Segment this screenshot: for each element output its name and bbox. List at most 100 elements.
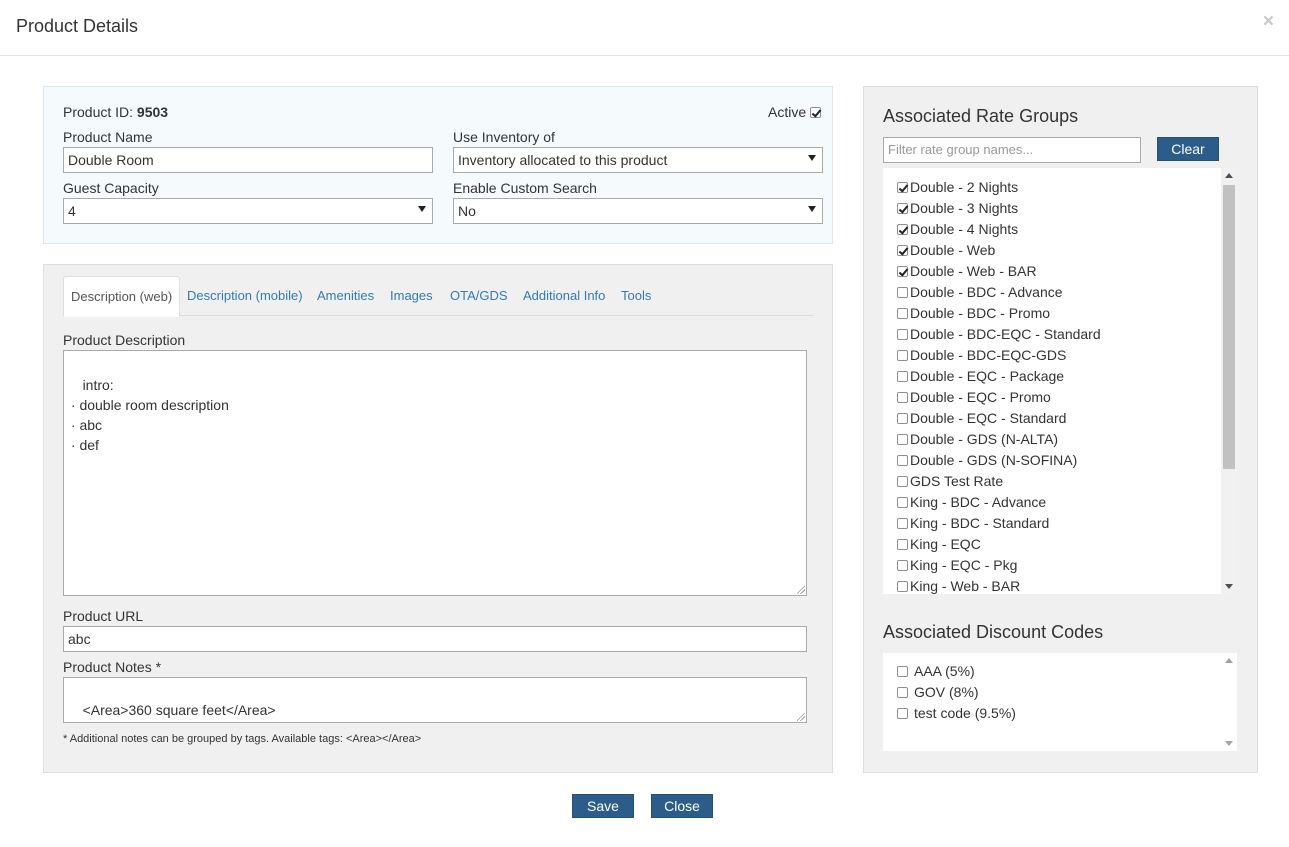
checkbox[interactable] bbox=[897, 455, 908, 466]
save-button[interactable]: Save bbox=[572, 794, 634, 818]
product-name-input[interactable]: Double Room bbox=[63, 147, 433, 173]
rate-group-filter-input[interactable]: Filter rate group names... bbox=[883, 137, 1141, 163]
checkbox[interactable] bbox=[897, 287, 908, 298]
rate-group-item[interactable]: Double - 4 Nights bbox=[897, 221, 1018, 242]
rate-group-item[interactable]: Double - GDS (N-ALTA) bbox=[897, 431, 1058, 452]
product-notes-text: <Area>360 square feet</Area> bbox=[82, 702, 276, 718]
checkbox[interactable] bbox=[897, 308, 908, 319]
checkbox[interactable] bbox=[897, 392, 908, 403]
active-toggle[interactable]: Active bbox=[768, 104, 822, 120]
scroll-up-icon[interactable] bbox=[1225, 173, 1233, 178]
rate-group-label: Double - BDC - Advance bbox=[910, 284, 1063, 300]
rate-groups-scrollbar[interactable] bbox=[1221, 168, 1237, 594]
checkbox[interactable] bbox=[897, 371, 908, 382]
checkbox[interactable] bbox=[897, 245, 908, 256]
product-id: Product ID: 9503 bbox=[63, 104, 168, 120]
checkbox[interactable] bbox=[897, 329, 908, 340]
product-notes-textarea[interactable]: <Area>360 square feet</Area> bbox=[63, 677, 807, 723]
scroll-up-icon[interactable] bbox=[1225, 658, 1233, 663]
custom-search-label: Enable Custom Search bbox=[453, 180, 597, 196]
resize-handle-icon[interactable] bbox=[797, 586, 805, 594]
rate-group-label: Double - BDC-EQC-GDS bbox=[910, 347, 1067, 363]
rate-group-item[interactable]: Double - Web - BAR bbox=[897, 263, 1037, 284]
checkbox[interactable] bbox=[897, 666, 908, 677]
rate-group-item[interactable]: King - EQC - Pkg bbox=[897, 557, 1017, 578]
checkbox[interactable] bbox=[897, 350, 908, 361]
tab-images[interactable]: Images bbox=[390, 276, 433, 316]
checkbox[interactable] bbox=[897, 497, 908, 508]
close-button[interactable]: Close bbox=[651, 794, 713, 818]
discount-code-label: AAA (5%) bbox=[914, 663, 975, 679]
chevron-down-icon bbox=[808, 155, 816, 161]
rate-group-item[interactable]: King - Web - BAR bbox=[897, 578, 1020, 594]
tab-description-web[interactable]: Description (web) bbox=[63, 276, 181, 317]
checkbox[interactable] bbox=[897, 224, 908, 235]
guest-capacity-select[interactable]: 4 bbox=[63, 198, 433, 224]
checkbox[interactable] bbox=[897, 182, 908, 193]
product-basics-panel: Product ID: 9503 Active Product Name Dou… bbox=[43, 86, 833, 244]
checkbox[interactable] bbox=[897, 413, 908, 424]
product-description-textarea[interactable]: intro: · double room description · abc ·… bbox=[63, 350, 807, 596]
rate-group-item[interactable]: Double - BDC - Advance bbox=[897, 284, 1063, 305]
checkbox[interactable] bbox=[897, 539, 908, 550]
notes-help-text: * Additional notes can be grouped by tag… bbox=[63, 733, 422, 745]
rate-group-item[interactable]: King - BDC - Standard bbox=[897, 515, 1049, 536]
rate-group-label: King - EQC - Pkg bbox=[910, 557, 1018, 573]
inventory-select[interactable]: Inventory allocated to this product bbox=[453, 147, 823, 173]
rate-group-item[interactable]: Double - EQC - Package bbox=[897, 368, 1064, 389]
rate-group-item[interactable]: Double - 2 Nights bbox=[897, 179, 1018, 200]
product-content-panel: Description (web) Description (mobile) A… bbox=[43, 264, 833, 773]
scroll-down-icon[interactable] bbox=[1225, 741, 1233, 746]
rate-group-label: Double - Web bbox=[910, 242, 996, 258]
discount-codes-title: Associated Discount Codes bbox=[883, 622, 1104, 642]
discount-code-item[interactable]: test code (9.5%) bbox=[897, 705, 1016, 726]
checkbox[interactable] bbox=[897, 266, 908, 277]
discount-code-item[interactable]: AAA (5%) bbox=[897, 663, 975, 684]
tab-additional-info[interactable]: Additional Info bbox=[523, 276, 605, 316]
custom-search-select[interactable]: No bbox=[453, 198, 823, 224]
rate-group-label: Double - EQC - Package bbox=[910, 368, 1065, 384]
rate-group-item[interactable]: Double - BDC - Promo bbox=[897, 305, 1050, 326]
rate-group-item[interactable]: King - EQC bbox=[897, 536, 981, 557]
clear-filter-button[interactable]: Clear bbox=[1157, 137, 1219, 161]
rate-groups-list: Double - 2 Nights Double - 3 Nights Doub… bbox=[883, 168, 1237, 594]
rate-group-item[interactable]: Double - Web bbox=[897, 242, 995, 263]
rate-group-label: Double - GDS (N-SOFINA) bbox=[910, 452, 1078, 468]
checkbox[interactable] bbox=[897, 476, 908, 487]
close-icon[interactable]: × bbox=[1263, 12, 1274, 31]
resize-handle-icon[interactable] bbox=[797, 713, 805, 721]
checkbox[interactable] bbox=[897, 203, 908, 214]
checkbox[interactable] bbox=[897, 708, 908, 719]
tab-ota-gds[interactable]: OTA/GDS bbox=[450, 276, 508, 316]
product-notes-label: Product Notes * bbox=[63, 659, 162, 675]
product-url-input[interactable]: abc bbox=[63, 626, 807, 652]
discount-code-item[interactable]: GOV (8%) bbox=[897, 684, 979, 705]
tab-amenities[interactable]: Amenities bbox=[317, 276, 374, 316]
associations-panel: Associated Rate Groups Filter rate group… bbox=[863, 86, 1258, 773]
rate-group-item[interactable]: GDS Test Rate bbox=[897, 473, 1003, 494]
checkbox[interactable] bbox=[897, 581, 908, 592]
rate-group-item[interactable]: Double - BDC-EQC-GDS bbox=[897, 347, 1066, 368]
checkbox[interactable] bbox=[897, 560, 908, 571]
rate-group-label: Double - GDS (N-ALTA) bbox=[910, 431, 1059, 447]
discount-codes-scrollbar[interactable] bbox=[1221, 653, 1237, 751]
checkbox[interactable] bbox=[897, 687, 908, 698]
active-checkbox[interactable] bbox=[810, 107, 822, 118]
inventory-select-value: Inventory allocated to this product bbox=[458, 152, 668, 168]
rate-group-item[interactable]: Double - 3 Nights bbox=[897, 200, 1018, 221]
scroll-down-icon[interactable] bbox=[1225, 584, 1233, 589]
checkbox[interactable] bbox=[897, 518, 908, 529]
inventory-label: Use Inventory of bbox=[453, 129, 555, 145]
rate-group-item[interactable]: Double - EQC - Standard bbox=[897, 410, 1066, 431]
tab-tools[interactable]: Tools bbox=[621, 276, 651, 316]
product-description-label: Product Description bbox=[63, 332, 186, 348]
rate-group-item[interactable]: Double - GDS (N-SOFINA) bbox=[897, 452, 1077, 473]
discount-code-label: GOV (8%) bbox=[914, 684, 979, 700]
rate-group-item[interactable]: King - BDC - Advance bbox=[897, 494, 1046, 515]
rate-group-item[interactable]: Double - BDC-EQC - Standard bbox=[897, 326, 1101, 347]
scrollbar-thumb[interactable] bbox=[1223, 185, 1235, 469]
rate-group-item[interactable]: Double - EQC - Promo bbox=[897, 389, 1051, 410]
checkbox[interactable] bbox=[897, 434, 908, 445]
active-label: Active bbox=[768, 104, 807, 120]
tab-description-mobile[interactable]: Description (mobile) bbox=[187, 276, 303, 316]
